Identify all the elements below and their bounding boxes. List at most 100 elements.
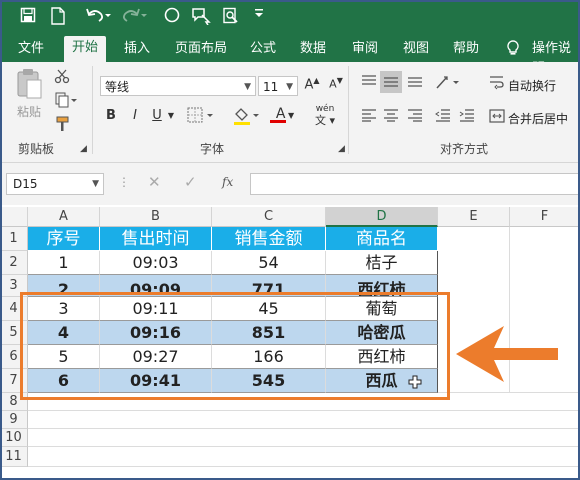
paste-button[interactable]: 粘贴: [12, 68, 46, 124]
empty-row[interactable]: [28, 447, 580, 467]
align-bottom-icon[interactable]: [406, 74, 424, 91]
empty-row[interactable]: [28, 429, 580, 447]
ribbon-tabs: 文件 开始 插入 页面布局 公式 数据 审阅 视图 帮助 操作说明: [0, 34, 580, 76]
increase-font-icon[interactable]: A▲: [302, 76, 322, 92]
chevron-down-icon: ▼: [285, 111, 295, 120]
chevron-down-icon[interactable]: ▼: [166, 111, 176, 120]
speech-icon[interactable]: [190, 7, 212, 27]
select-all-corner[interactable]: [0, 207, 28, 227]
tab-help[interactable]: 帮助: [453, 39, 479, 59]
paste-label: 粘贴: [16, 105, 41, 119]
align-center-icon[interactable]: [382, 108, 400, 125]
copy-icon[interactable]: [52, 92, 80, 111]
name-box-value: D15: [13, 177, 38, 191]
font-group-label: 字体: [200, 142, 225, 156]
more-icon: ⋮: [118, 175, 130, 189]
tab-formulas[interactable]: 公式: [250, 39, 276, 59]
tab-home[interactable]: 开始: [64, 36, 107, 62]
merge-center-button[interactable]: 合并后居中: [508, 110, 568, 127]
fill-color-icon[interactable]: [230, 106, 264, 129]
column-header-e[interactable]: E: [438, 207, 510, 227]
table-cell[interactable]: 1: [28, 251, 100, 275]
enter-icon[interactable]: ✓: [184, 173, 197, 191]
divider: [92, 66, 93, 154]
table-cell[interactable]: 09:03: [100, 251, 212, 275]
chevron-down-icon: ▼: [286, 82, 293, 92]
row-header-10[interactable]: 10: [0, 429, 28, 447]
ribbon-home: 粘贴 剪贴板 ◢ 等线 ▼ 11 ▼ A▲ A▼ B I U ▼ A ▼ wén 文…: [0, 62, 580, 163]
align-left-icon[interactable]: [360, 108, 378, 125]
redo-icon[interactable]: [120, 7, 148, 27]
font-name-select[interactable]: 等线 ▼: [100, 76, 256, 96]
phonetic-icon: 文 ▾: [314, 114, 336, 127]
column-header-a[interactable]: A: [28, 207, 100, 227]
tab-view[interactable]: 视图: [403, 39, 429, 59]
tab-data[interactable]: 数据: [300, 39, 326, 59]
formula-bar: D15 ▼ ⋮ ✕ ✓ fx: [0, 163, 580, 205]
font-launcher-icon[interactable]: ◢: [338, 144, 345, 154]
wrap-text-button[interactable]: 自动换行: [508, 77, 556, 94]
decrease-font-icon[interactable]: A▼: [326, 76, 346, 91]
row-header-9[interactable]: 9: [0, 411, 28, 429]
chevron-down-icon: ▼: [92, 179, 99, 189]
font-color-letter: A: [275, 106, 286, 122]
table-cell[interactable]: 桔子: [326, 251, 438, 275]
orientation-icon[interactable]: [434, 74, 464, 93]
empty-row[interactable]: [28, 411, 580, 429]
customize-icon[interactable]: [252, 7, 266, 27]
header-cell-product[interactable]: 商品名: [326, 227, 438, 251]
paste-icon: [17, 69, 42, 99]
underline-button[interactable]: U: [150, 108, 164, 123]
font-color-button[interactable]: A ▼: [270, 106, 300, 123]
alignment-group-label: 对齐方式: [440, 142, 489, 156]
font-size-value: 11: [263, 80, 279, 94]
font-size-select[interactable]: 11 ▼: [258, 76, 298, 96]
tab-review[interactable]: 审阅: [352, 39, 378, 59]
table-cell[interactable]: 54: [212, 251, 326, 275]
column-header-d[interactable]: D: [326, 207, 438, 227]
cancel-icon[interactable]: ✕: [148, 173, 161, 191]
italic-button[interactable]: I: [128, 108, 142, 123]
align-top-icon[interactable]: [360, 74, 378, 91]
phonetic-guide-button[interactable]: wén 文 ▾: [308, 104, 342, 128]
shape-icon[interactable]: [162, 7, 182, 27]
chevron-down-icon: ▼: [244, 82, 251, 92]
bold-button[interactable]: B: [104, 108, 118, 123]
row-header-2[interactable]: 2: [0, 251, 28, 275]
undo-icon[interactable]: [84, 7, 112, 27]
highlight-box: [20, 292, 450, 400]
zoom-preview-icon[interactable]: [220, 7, 242, 27]
merge-center-icon[interactable]: [488, 108, 506, 127]
lightbulb-icon: [506, 40, 520, 63]
name-box[interactable]: D15 ▼: [6, 173, 104, 195]
align-right-icon[interactable]: [406, 108, 424, 125]
header-cell-amount[interactable]: 销售金额: [212, 227, 326, 251]
clipboard-launcher-icon[interactable]: ◢: [80, 144, 87, 154]
new-file-icon[interactable]: [48, 7, 68, 27]
header-cell-sale-time[interactable]: 售出时间: [100, 227, 212, 251]
header-cell-index[interactable]: 序号: [28, 227, 100, 251]
column-header-f[interactable]: F: [510, 207, 580, 227]
decrease-indent-icon[interactable]: [434, 108, 452, 125]
align-middle-icon[interactable]: [380, 71, 402, 93]
borders-icon[interactable]: [184, 106, 218, 127]
increase-indent-icon[interactable]: [458, 108, 476, 125]
column-header-c[interactable]: C: [212, 207, 326, 227]
formula-input[interactable]: [250, 173, 580, 195]
format-painter-icon[interactable]: [52, 116, 72, 135]
clipboard-group-label: 剪贴板: [18, 142, 55, 156]
font-name-value: 等线: [105, 80, 130, 94]
tab-file[interactable]: 文件: [18, 39, 44, 59]
tab-page-layout[interactable]: 页面布局: [175, 39, 227, 59]
tab-insert[interactable]: 插入: [124, 39, 150, 59]
save-icon[interactable]: [18, 7, 38, 27]
cut-icon[interactable]: [52, 68, 72, 87]
insert-function-icon[interactable]: fx: [222, 175, 233, 189]
column-header-b[interactable]: B: [100, 207, 212, 227]
row-header-11[interactable]: 11: [0, 447, 28, 467]
divider: [348, 66, 349, 154]
arrow-left-icon: [454, 322, 560, 389]
quick-access-toolbar: [0, 0, 580, 34]
row-header-1[interactable]: 1: [0, 227, 28, 251]
wrap-text-icon[interactable]: [488, 74, 506, 93]
